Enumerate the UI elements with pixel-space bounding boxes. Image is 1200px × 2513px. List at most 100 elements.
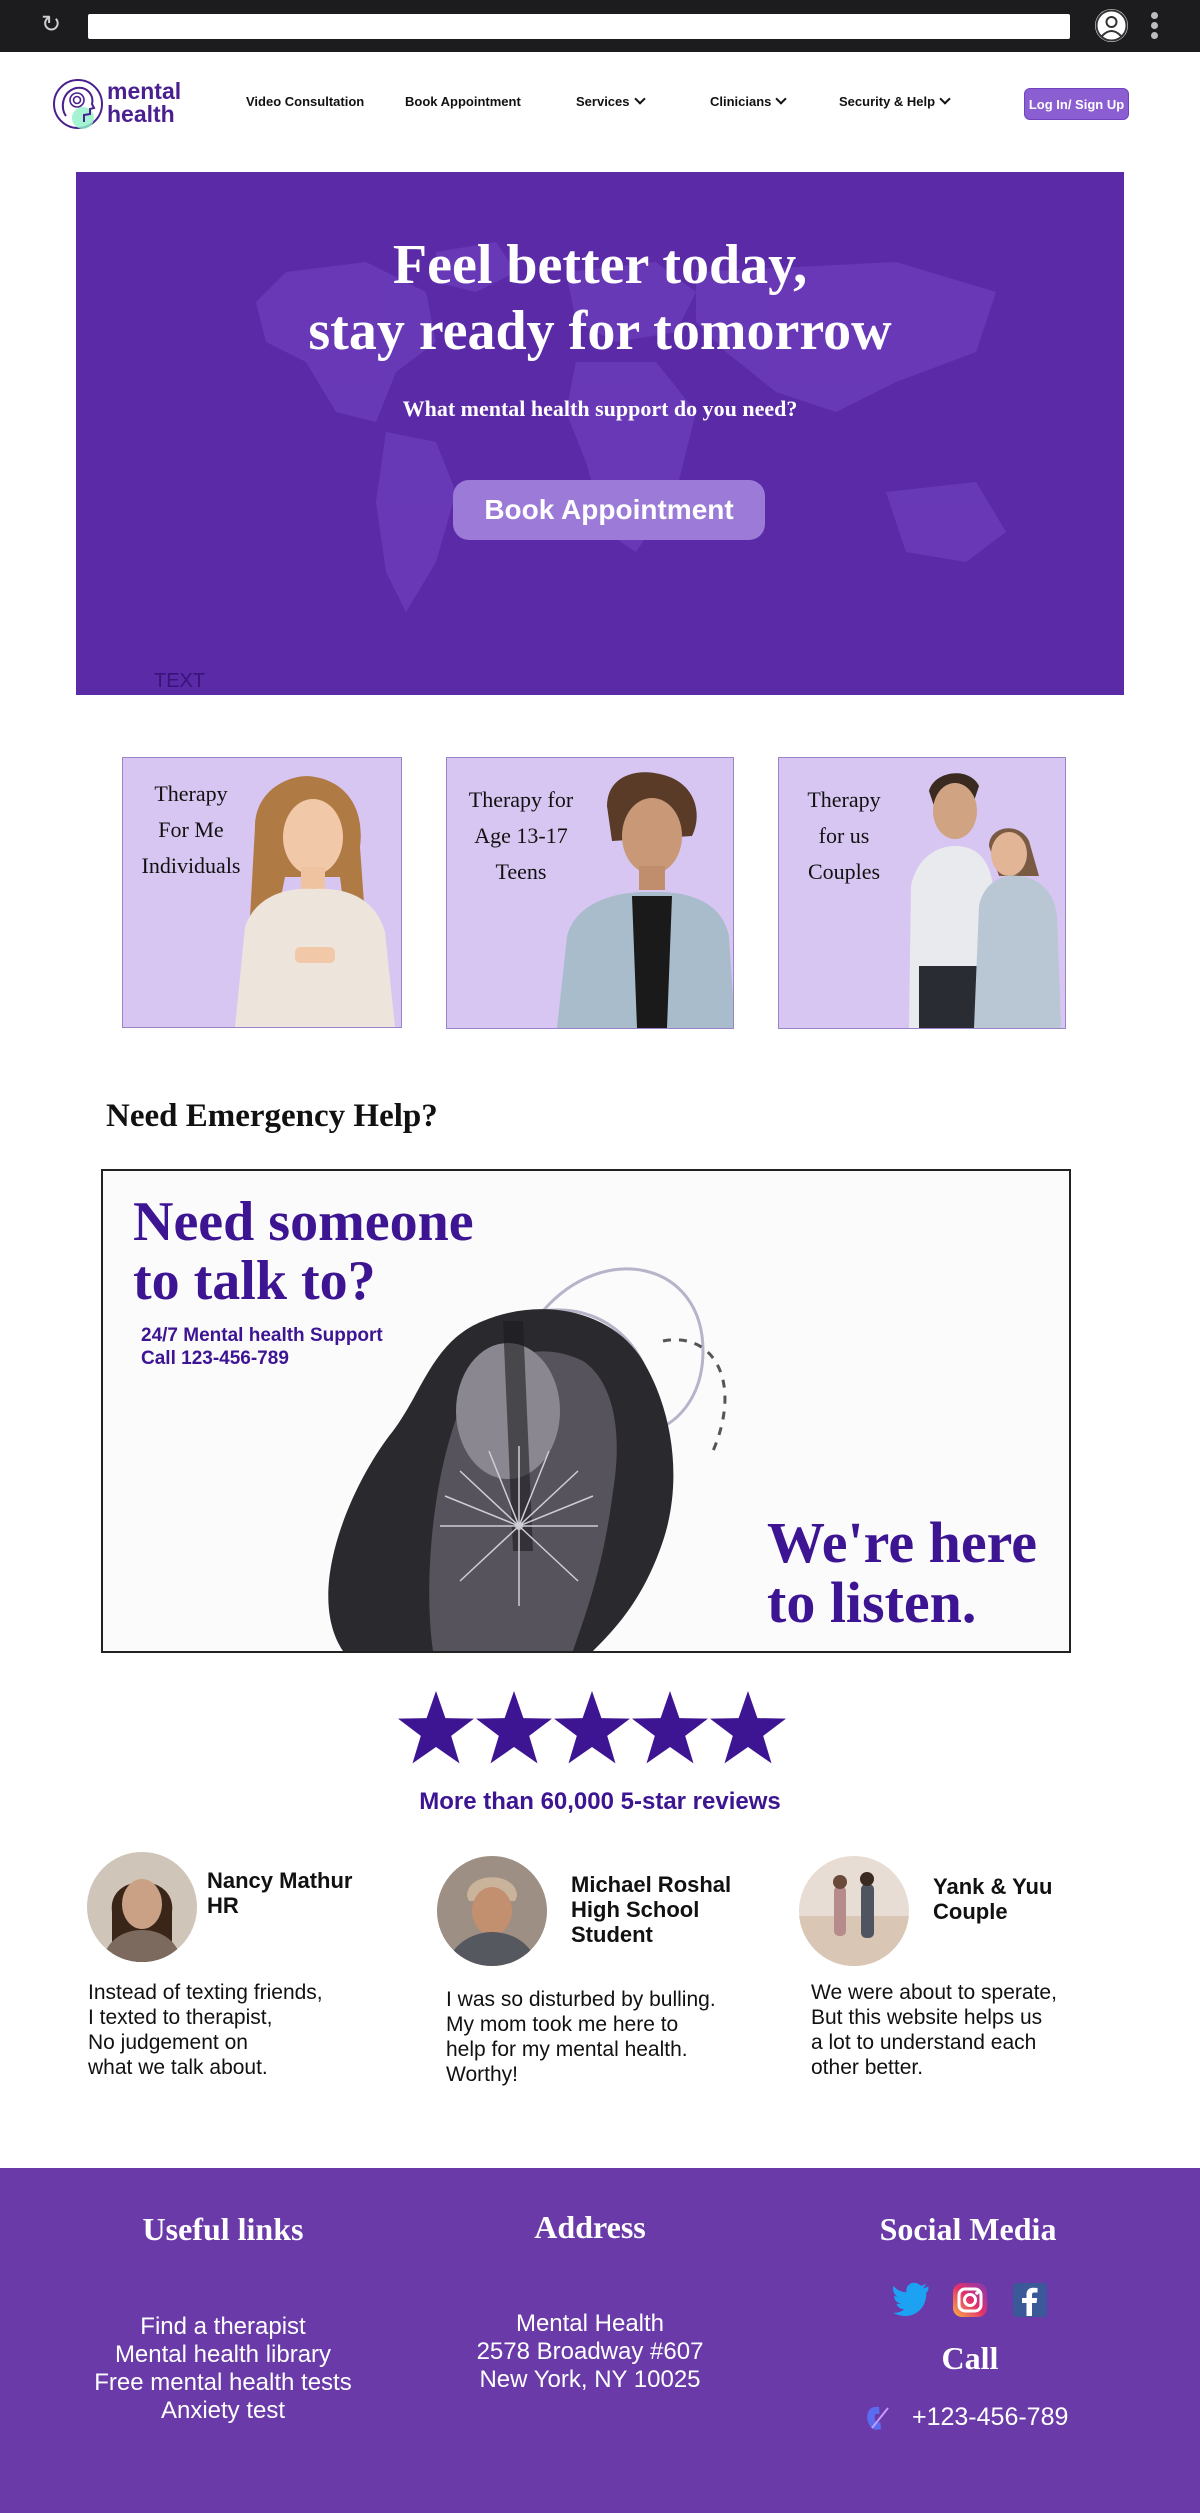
nav-services[interactable]: Services: [576, 93, 646, 109]
nav-label: Book Appointment: [405, 94, 521, 109]
name-line: High School: [571, 1897, 700, 1922]
banner-heading-line2: to talk to?: [133, 1250, 376, 1312]
quote-line: other better.: [811, 2056, 924, 2079]
footer-link[interactable]: Anxiety test: [60, 2397, 386, 2425]
chevron-down-icon: [633, 93, 646, 105]
avatar: [799, 1856, 909, 1966]
address-line: Mental Health: [515, 2310, 665, 2337]
address-bar[interactable]: [88, 14, 1070, 39]
social-media-heading: Social Media: [879, 2211, 1057, 2247]
instagram-icon[interactable]: [950, 2280, 990, 2320]
twitter-icon[interactable]: [892, 2280, 932, 2320]
quote-line: But this website helps us: [811, 2006, 1043, 2029]
nav-label: Security & Help: [839, 94, 936, 109]
couple-photo: [909, 773, 1061, 1028]
site-logo[interactable]: mental health: [52, 78, 202, 134]
login-signup-button[interactable]: Log In/ Sign Up: [1024, 88, 1129, 120]
star-icon: [710, 1691, 786, 1764]
person-photo-individual: [235, 776, 395, 1027]
logo-line1: mental: [107, 78, 182, 104]
person-photo-teen: [557, 772, 733, 1028]
quote-line: No judgement on: [88, 2031, 248, 2054]
quote-line: I texted to therapist,: [88, 2006, 273, 2029]
browser-toolbar: ↻: [0, 0, 1200, 52]
testimonial-name: Nancy Mathur HR: [207, 1868, 352, 1918]
placeholder-text: TEXT: [154, 670, 206, 692]
logo-line2: health: [107, 101, 175, 127]
banner-support-text: 24/7 Mental health Support Call 123-456-…: [141, 1324, 383, 1370]
testimonial-quote: We were about to sperate, But this websi…: [811, 1980, 1057, 2080]
testimonial-name: Michael Roshal High School Student: [571, 1872, 731, 1947]
chevron-down-icon: [939, 93, 951, 105]
star-icon: [632, 1691, 708, 1764]
nav-video-consultation[interactable]: Video Consultation: [246, 94, 364, 109]
call-heading: Call: [941, 2340, 999, 2376]
banner-heading: Need someone to talk to?: [133, 1193, 474, 1311]
avatar: [87, 1852, 197, 1962]
card-therapy-individuals[interactable]: Therapy For Me Individuals: [122, 757, 402, 1028]
useful-links-list: Find a therapist Mental health library F…: [60, 2313, 386, 2425]
quote-line: a lot to understand each: [811, 2031, 1037, 2054]
quote-line: Instead of texting friends,: [88, 1981, 323, 2004]
banner-listen-text: We're here to listen.: [767, 1513, 1037, 1633]
name-line: Nancy Mathur: [207, 1868, 353, 1893]
star-icon: [554, 1691, 630, 1764]
quote-line: help for my mental health.: [446, 2038, 688, 2061]
nav-label: Services: [576, 94, 630, 109]
footer-link[interactable]: Find a therapist: [60, 2313, 386, 2341]
logo-text: mental health: [107, 80, 181, 126]
name-line: Michael Roshal: [571, 1872, 732, 1897]
address-heading: Address: [534, 2209, 646, 2245]
quote-line: We were about to sperate,: [811, 1981, 1057, 2004]
quote-line: My mom took me here to: [446, 2013, 679, 2036]
chevron-down-icon: [775, 93, 788, 105]
listen-line2: to listen.: [767, 1570, 977, 1635]
name-line: Yank & Yuu: [933, 1874, 1053, 1899]
quote-line: Worthy!: [446, 2063, 518, 2086]
address-line: New York, NY 10025: [479, 2366, 701, 2393]
card-therapy-couples[interactable]: Therapy for us Couples: [778, 757, 1066, 1029]
hero-subtitle: What mental health support do you need?: [402, 396, 798, 421]
hero-title-line1: Feel better today,: [392, 234, 808, 296]
emergency-heading: Need Emergency Help?: [106, 1098, 438, 1134]
reload-icon[interactable]: ↻: [38, 12, 64, 38]
listen-line1: We're here: [767, 1510, 1038, 1575]
quote-line: what we talk about.: [88, 2056, 268, 2079]
book-appointment-button[interactable]: Book Appointment: [453, 480, 765, 540]
phone-number[interactable]: +123-456-789: [912, 2403, 1068, 2432]
name-line: Student: [571, 1922, 653, 1947]
more-menu-icon[interactable]: [1148, 10, 1160, 42]
quote-line: I was so disturbed by bulling.: [446, 1988, 716, 2011]
support-line: 24/7 Mental health Support: [141, 1325, 383, 1346]
emergency-banner[interactable]: Need someone to talk to? 24/7 Mental hea…: [101, 1169, 1071, 1653]
hero-banner: Feel better today, stay ready for tomorr…: [76, 172, 1124, 695]
reviews-summary: More than 60,000 5-star reviews: [419, 1788, 781, 1815]
testimonial-name: Yank & Yuu Couple: [933, 1874, 1052, 1924]
star-icon: [476, 1691, 552, 1764]
logo-head-icon: [53, 79, 103, 129]
nav-label: Video Consultation: [246, 94, 365, 109]
nav-label: Clinicians: [710, 94, 772, 109]
phone-icon: [867, 2406, 889, 2430]
hero-title-line2: stay ready for tomorrow: [308, 300, 892, 362]
name-line: Couple: [933, 1899, 1008, 1924]
testimonial-quote: I was so disturbed by bulling. My mom to…: [446, 1987, 716, 2087]
useful-links-heading: Useful links: [142, 2211, 304, 2247]
hero-title: Feel better today, stay ready for tomorr…: [76, 232, 1124, 364]
footer-link[interactable]: Mental health library: [60, 2341, 386, 2369]
call-line[interactable]: Call 123-456-789: [141, 1347, 383, 1370]
card-therapy-teens[interactable]: Therapy for Age 13-17 Teens: [446, 757, 734, 1029]
testimonial-quote: Instead of texting friends, I texted to …: [88, 1980, 323, 2080]
profile-icon[interactable]: [1095, 9, 1128, 42]
nav-clinicians[interactable]: Clinicians: [710, 93, 788, 109]
star-icon: [398, 1691, 474, 1764]
address-line: 2578 Broadway #607: [476, 2338, 704, 2365]
name-line: HR: [207, 1893, 239, 1918]
address-block: Mental Health 2578 Broadway #607 New Yor…: [440, 2310, 740, 2394]
avatar: [437, 1856, 547, 1966]
nav-security-help[interactable]: Security & Help: [839, 93, 951, 109]
five-star-rating: [398, 1691, 786, 1764]
facebook-icon[interactable]: [1010, 2280, 1050, 2320]
footer-link[interactable]: Free mental health tests: [60, 2369, 386, 2397]
nav-book-appointment[interactable]: Book Appointment: [405, 94, 521, 109]
